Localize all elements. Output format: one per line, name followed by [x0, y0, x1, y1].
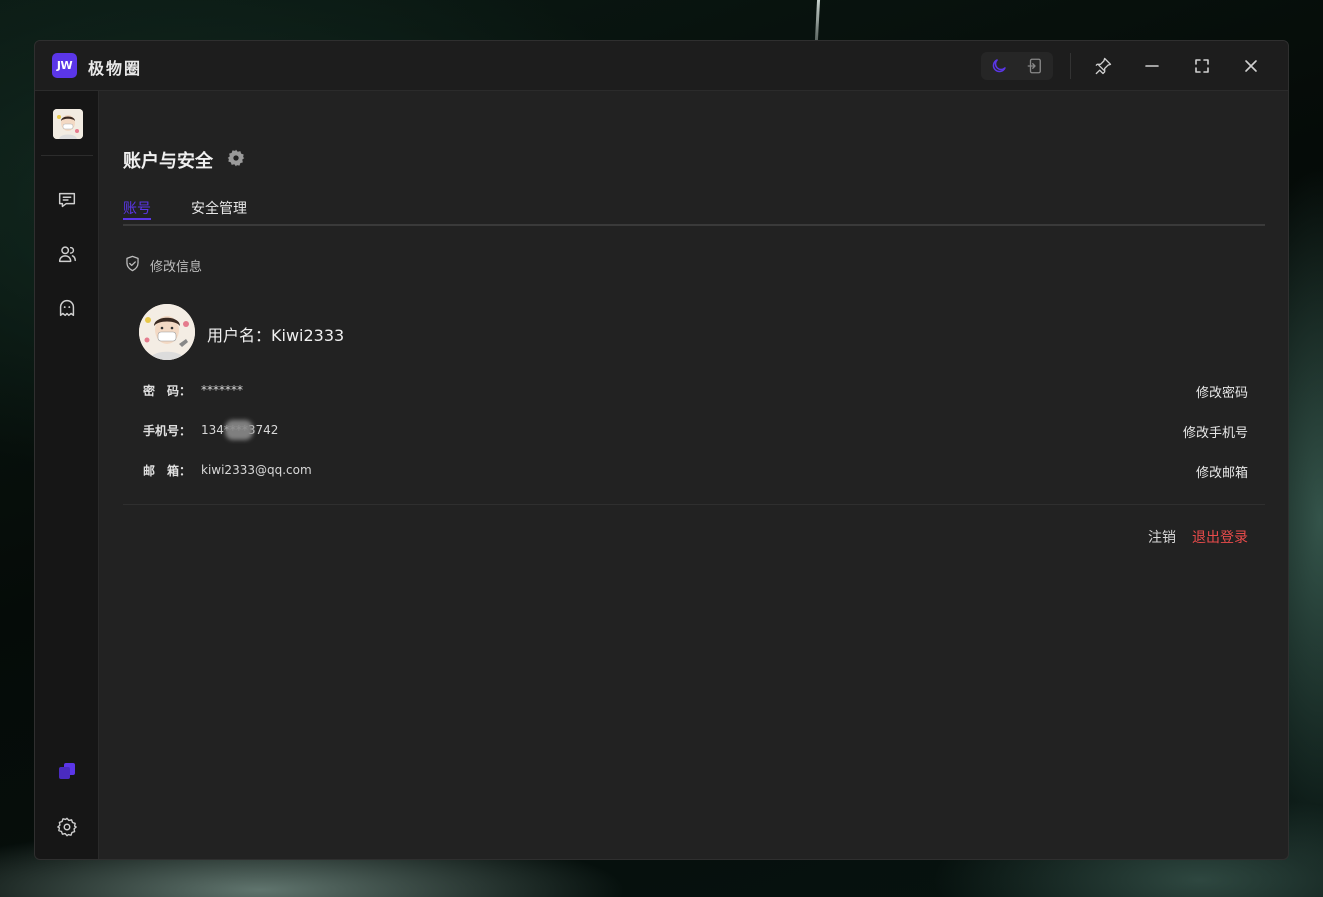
page-title: 账户与安全	[123, 151, 213, 172]
layers-icon[interactable]	[55, 759, 79, 783]
account-actions: 注销 退出登录	[1148, 527, 1248, 547]
sidebar	[35, 91, 99, 859]
close-icon[interactable]	[1239, 54, 1263, 78]
gear-icon[interactable]	[55, 815, 79, 839]
fullscreen-icon[interactable]	[1190, 54, 1214, 78]
change-phone-link[interactable]: 修改手机号	[1183, 422, 1248, 441]
chat-bubble-icon[interactable]	[55, 188, 79, 212]
section-header: 修改信息	[123, 254, 202, 277]
exit-frame-icon[interactable]	[1021, 54, 1049, 78]
titlebar-separator	[1070, 53, 1071, 79]
tab-bar: 账号 安全管理	[123, 196, 1265, 226]
tab-security-management[interactable]: 安全管理	[191, 198, 247, 218]
password-value: *******	[201, 383, 243, 397]
change-password-link[interactable]: 修改密码	[1196, 382, 1248, 401]
phone-row: 手机号： 134****3742 修改手机号	[143, 420, 1248, 441]
app-window: JW 极物圈 账户与安全 账号 安全管理 修改信息 用户名：Kiwi2333 密…	[34, 40, 1289, 860]
email-value: kiwi2333@qq.com	[201, 463, 312, 477]
deregister-button[interactable]: 注销	[1148, 527, 1176, 547]
phone-label: 手机号：	[143, 424, 192, 438]
app-logo: JW	[52, 53, 77, 78]
email-row: 邮 箱： kiwi2333@qq.com 修改邮箱	[143, 461, 1248, 481]
logout-button[interactable]: 退出登录	[1192, 527, 1248, 547]
sidebar-separator	[41, 155, 93, 156]
contacts-icon[interactable]	[55, 242, 79, 266]
tab-active-indicator	[123, 218, 151, 220]
change-email-link[interactable]: 修改邮箱	[1196, 462, 1248, 481]
app-title: 极物圈	[88, 59, 143, 78]
section-label: 修改信息	[150, 260, 203, 275]
settings-gear-icon	[226, 148, 246, 168]
moon-icon[interactable]	[985, 54, 1013, 78]
sidebar-avatar[interactable]	[53, 109, 83, 139]
minimize-icon[interactable]	[1140, 54, 1164, 78]
ghost-icon[interactable]	[55, 296, 79, 320]
tab-account[interactable]: 账号	[123, 198, 151, 220]
phone-redaction-blur	[225, 420, 253, 440]
profile-avatar[interactable]	[139, 304, 195, 360]
pin-icon[interactable]	[1091, 54, 1115, 78]
password-label: 密 码：	[143, 384, 192, 398]
email-label: 邮 箱：	[143, 464, 192, 478]
username: 用户名：Kiwi2333	[207, 326, 345, 345]
theme-toggle[interactable]	[981, 52, 1053, 80]
content-divider	[123, 504, 1265, 505]
password-row: 密 码： ******* 修改密码	[143, 381, 1248, 401]
shield-check-icon	[123, 254, 142, 277]
main-content: 账户与安全 账号 安全管理 修改信息 用户名：Kiwi2333 密 码： ***…	[99, 91, 1288, 859]
title-bar[interactable]: JW 极物圈	[35, 41, 1288, 91]
